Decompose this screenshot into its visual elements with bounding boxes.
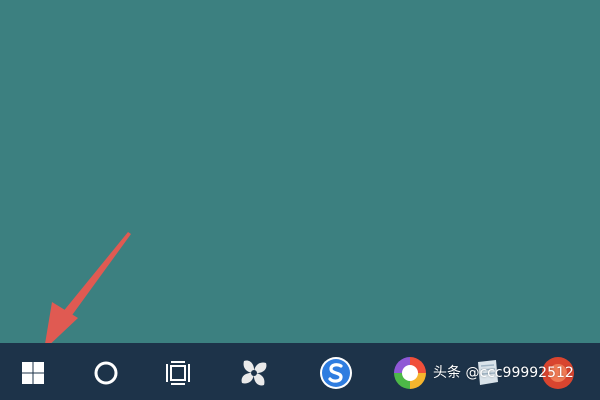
sogou-browser-icon [320,357,352,389]
pinwheel-app-icon [241,360,267,386]
task-view-icon [166,361,190,385]
cortana-search-icon [94,361,118,385]
cortana-button[interactable] [88,355,124,391]
start-button[interactable] [15,355,51,391]
colorful-circle-app-icon [394,357,426,389]
windows-start-icon [22,362,44,384]
watermark-text: 头条 @ccc99992512 [433,365,574,381]
sogou-browser-button[interactable] [318,355,354,391]
pinwheel-app-button[interactable] [236,355,272,391]
task-view-button[interactable] [160,355,196,391]
colorful-app-button[interactable] [392,355,428,391]
desktop[interactable] [0,0,600,343]
